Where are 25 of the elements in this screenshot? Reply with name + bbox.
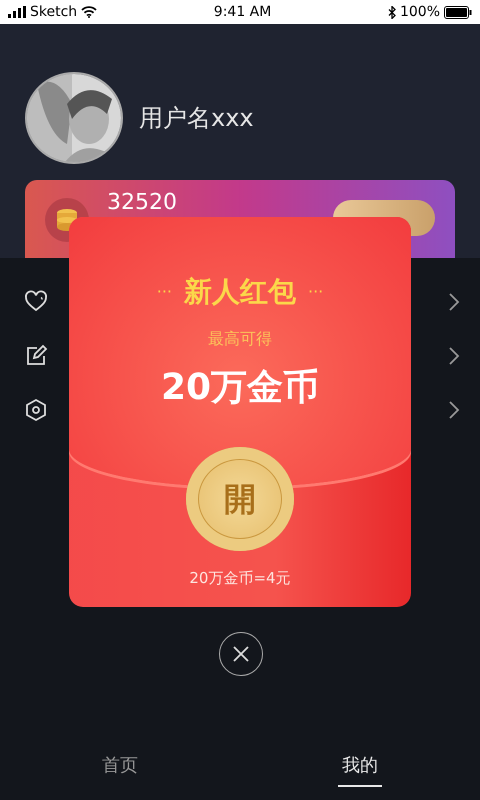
- coin-amount: 32520: [107, 192, 177, 214]
- dots: ···: [308, 281, 324, 303]
- close-button[interactable]: [219, 632, 263, 676]
- signal-icon: [8, 6, 26, 18]
- status-time: 9:41 AM: [214, 2, 272, 22]
- carrier-name: Sketch: [30, 2, 78, 22]
- exchange-note: 20万金币=4元: [188, 568, 292, 589]
- packet-subtitle: 最高可得: [208, 328, 272, 350]
- chevron-right-icon[interactable]: [448, 400, 460, 420]
- wifi-icon: [81, 6, 98, 18]
- bluetooth-icon: [388, 6, 396, 18]
- chevron-right-icon[interactable]: [448, 292, 460, 312]
- tab[interactable]: 我的: [338, 746, 382, 786]
- heart-icon: [24, 290, 48, 314]
- reward-amount: 20万金币: [160, 366, 320, 410]
- settings-icon: [24, 398, 48, 422]
- edit-icon: [24, 344, 48, 368]
- battery-level: 100%: [400, 2, 440, 22]
- dots: ···: [156, 281, 172, 303]
- username: 用户名xxx: [139, 103, 254, 134]
- packet-title: 新人红包: [184, 274, 296, 310]
- chevron-right-icon[interactable]: [448, 346, 460, 366]
- tab[interactable]: 首页: [98, 746, 142, 786]
- close-icon: [232, 645, 250, 663]
- battery-icon: [444, 6, 472, 18]
